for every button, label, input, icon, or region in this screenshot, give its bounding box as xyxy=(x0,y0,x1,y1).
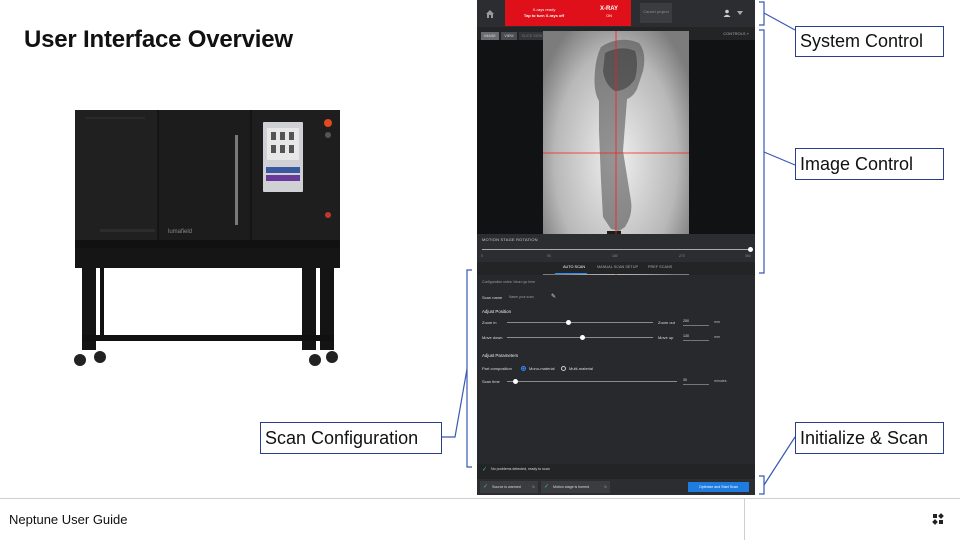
source-status-text: Source is warmed xyxy=(492,485,521,489)
move-up-label: Move up xyxy=(658,335,674,340)
bottom-bar: ✓ Source is warmed ↻ ✓ Motion stage is h… xyxy=(477,479,755,495)
slide-title: User Interface Overview xyxy=(24,26,293,53)
scan-configuration-form: Configuration notes: Neuro go here Scan … xyxy=(477,275,755,475)
xray-on-label: ON xyxy=(606,13,612,18)
view-tab-slice[interactable]: SLICE VIEW xyxy=(519,32,545,40)
multi-material-label: Multi-material xyxy=(569,366,594,371)
view-tab-image[interactable]: IMAGE xyxy=(481,32,499,40)
neptune-machine-image: lumafield xyxy=(74,110,340,366)
xray-banner-line1: X-rays ready xyxy=(532,7,556,12)
scan-time-unit: minutes xyxy=(714,379,727,383)
scan-name-label: Scan name xyxy=(482,295,503,300)
controls-toggle[interactable]: CONTROLS ˄ xyxy=(723,31,749,36)
check-icon: ✓ xyxy=(482,467,488,473)
tab-auto-scan[interactable]: AUTO SCAN xyxy=(563,265,585,269)
scan-mode-tabs: AUTO SCAN MANUAL SCAN SETUP PREF SCANS xyxy=(477,262,755,274)
check-icon: ✓ xyxy=(483,484,489,490)
tab-manual-scan-setup[interactable]: MANUAL SCAN SETUP xyxy=(597,265,638,269)
zoom-out-label: Zoom out xyxy=(658,320,675,325)
user-menu-button[interactable] xyxy=(717,3,749,23)
rotation-tick: 0 xyxy=(481,254,483,258)
callout-system-control: System Control xyxy=(795,26,944,57)
move-slider-handle[interactable] xyxy=(580,335,586,340)
optimize-start-scan-button[interactable]: Optimize and Start Scan xyxy=(688,482,749,492)
connector-initialize-scan xyxy=(763,436,796,486)
connector-image-control xyxy=(763,151,796,166)
zoom-slider-handle[interactable] xyxy=(565,320,571,325)
xray-on-indicator[interactable]: X-RAY ON xyxy=(587,0,631,26)
rotation-tick: 360 xyxy=(745,254,751,258)
stage-status-chip: ✓ Motion stage is homed ↻ xyxy=(541,481,610,493)
connector-scan-configuration xyxy=(442,368,468,438)
scan-time-slider-handle[interactable] xyxy=(513,379,518,384)
callout-image-control: Image Control xyxy=(795,148,944,180)
zoom-value-field[interactable]: 250 xyxy=(683,319,709,326)
footer-vertical-divider xyxy=(744,499,745,540)
rotation-tick: 270 xyxy=(679,254,685,258)
lumafield-logo-icon xyxy=(932,513,944,525)
multi-material-radio[interactable] xyxy=(561,366,566,371)
mono-material-radio[interactable] xyxy=(521,366,526,371)
scan-time-slider-track[interactable] xyxy=(507,381,677,382)
zoom-in-label: Zoom in xyxy=(482,320,497,325)
xray-image-viewer[interactable] xyxy=(477,31,755,289)
home-icon xyxy=(486,9,494,18)
zoom-unit: mm xyxy=(714,320,720,324)
part-composition-label: Part composition xyxy=(482,366,512,371)
bracket-scan-configuration xyxy=(466,269,472,468)
move-unit: mm xyxy=(714,335,720,339)
chevron-down-icon xyxy=(737,11,743,15)
bracket-image-control xyxy=(759,29,765,274)
adjust-position-heading: Adjust Position xyxy=(482,309,512,314)
motion-stage-rotation: MOTION STAGE ROTATION 0 90 180 270 360 xyxy=(477,234,755,262)
rotation-slider-track[interactable] xyxy=(482,249,750,250)
adjust-parameters-heading: Adjust Parameters xyxy=(482,353,519,358)
footer-divider xyxy=(0,498,960,499)
status-text: No problems detected, ready to scan xyxy=(491,467,550,471)
chevron-up-icon: ˄ xyxy=(746,31,749,36)
top-bar: X-rays ready Tap to turn X-rays off X-RA… xyxy=(477,0,755,27)
move-down-label: Move down xyxy=(482,335,503,340)
rotation-slider-handle[interactable] xyxy=(747,247,753,252)
scan-time-value-field[interactable]: 30 xyxy=(683,378,709,385)
scan-status: ✓ No problems detected, ready to scan xyxy=(477,464,755,476)
rotation-label: MOTION STAGE ROTATION xyxy=(482,237,538,242)
view-tab-view[interactable]: VIEW xyxy=(501,32,517,40)
bracket-initialize-scan xyxy=(759,475,765,495)
active-tab-indicator xyxy=(555,273,587,274)
refresh-icon[interactable]: ↻ xyxy=(532,481,535,493)
check-icon: ✓ xyxy=(544,484,550,490)
cancel-project-button[interactable]: Cancel project xyxy=(640,3,672,23)
controls-label: CONTROLS xyxy=(723,31,746,36)
form-intro: Configuration notes: Neuro go here xyxy=(482,280,535,284)
xray-banner-line2: Tap to turn X-rays off xyxy=(523,13,565,18)
callout-scan-configuration: Scan Configuration xyxy=(260,422,442,454)
neptune-ui-screenshot: X-rays ready Tap to turn X-rays off X-RA… xyxy=(477,0,755,495)
bracket-system-control xyxy=(759,1,765,26)
xray-label: X-RAY xyxy=(599,6,619,12)
source-status-chip: ✓ Source is warmed ↻ xyxy=(480,481,538,493)
footer-title: Neptune User Guide xyxy=(9,512,128,527)
connector-system-control xyxy=(763,12,796,31)
mono-material-label: Mono-material xyxy=(529,366,555,371)
pencil-icon[interactable]: ✎ xyxy=(551,293,556,300)
scan-time-label: Scan time xyxy=(482,379,500,384)
scan-name-input[interactable]: Name your scan xyxy=(509,295,549,299)
tab-pref-scans[interactable]: PREF SCANS xyxy=(648,265,672,269)
rotation-tick: 90 xyxy=(547,254,551,258)
machine-brand: lumafield xyxy=(168,229,192,235)
user-icon xyxy=(723,9,731,17)
stage-status-text: Motion stage is homed xyxy=(553,485,590,489)
zoom-slider-track[interactable] xyxy=(507,322,653,323)
refresh-icon[interactable]: ↻ xyxy=(604,481,607,493)
rotation-tick: 180 xyxy=(612,254,618,258)
home-button[interactable] xyxy=(477,0,503,27)
move-value-field[interactable]: 130 xyxy=(683,334,709,341)
callout-initialize-scan: Initialize & Scan xyxy=(795,422,944,454)
